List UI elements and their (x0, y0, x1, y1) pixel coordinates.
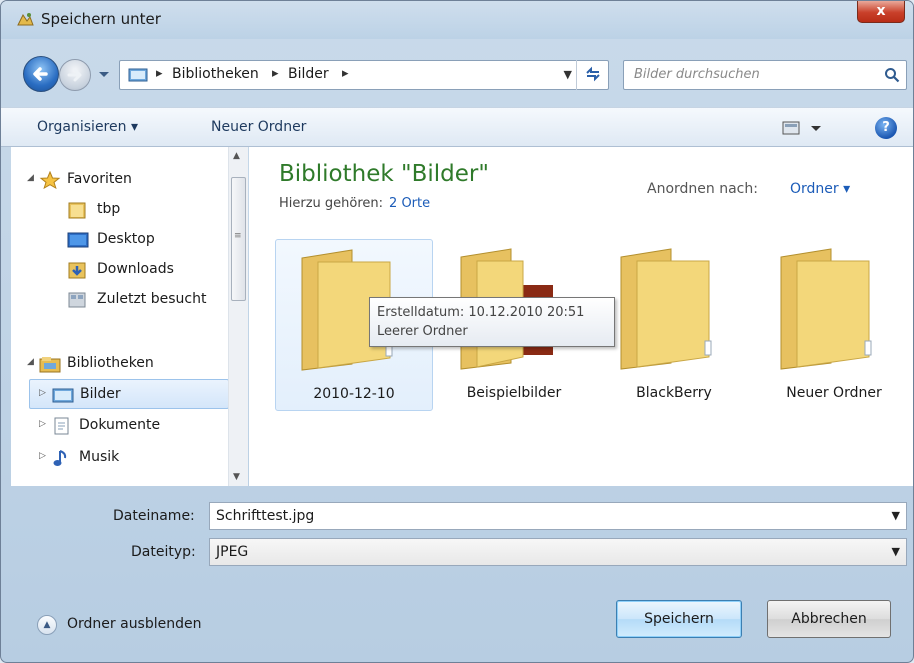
nav-item-downloads[interactable]: Downloads (11, 255, 229, 285)
close-button[interactable]: x (857, 1, 905, 23)
search-input[interactable]: Bilder durchsuchen (634, 67, 760, 82)
collapse-up-icon[interactable]: ▲ (37, 615, 57, 635)
new-folder-button[interactable]: Neuer Ordner (211, 119, 306, 135)
includes-label: Hierzu gehören: (279, 196, 384, 211)
filetype-dropdown-icon[interactable]: ▼ (892, 545, 900, 558)
nav-item-label: tbp (97, 201, 121, 217)
navigation-bar: ▸ Bibliotheken ▸ Bilder ▸ ▼ Bilder durch… (1, 39, 913, 107)
desktop-icon (67, 232, 89, 248)
nav-item-desktop[interactable]: Desktop (11, 225, 229, 255)
breadcrumb-separator-icon[interactable]: ▸ (156, 66, 163, 81)
back-arrow-icon (33, 67, 48, 81)
organize-button[interactable]: Organisieren ▾ (37, 119, 138, 135)
star-icon (39, 171, 61, 189)
scroll-up-icon[interactable]: ▲ (233, 151, 240, 161)
arrange-by-dropdown[interactable]: Ordner ▾ (790, 181, 850, 197)
app-icon (17, 13, 34, 26)
filetype-select[interactable]: JPEG ▼ (209, 538, 907, 566)
save-form: Dateiname: Schrifttest.jpg ▼ Dateityp: J… (1, 486, 913, 662)
search-icon[interactable] (884, 67, 900, 83)
forward-button[interactable] (59, 59, 91, 91)
expand-triangle-icon[interactable]: ▷ (39, 419, 46, 429)
tooltip-created-date: Erstelldatum: 10.12.2010 20:51 (377, 305, 585, 320)
locations-link[interactable]: 2 Orte (389, 196, 430, 211)
library-includes: Hierzu gehören: 2 Orte (279, 196, 430, 211)
library-pictures-icon (128, 68, 148, 82)
expand-triangle-icon[interactable]: ▷ (39, 451, 46, 461)
user-folder-icon (68, 202, 86, 219)
nav-libraries-label: Bibliotheken (67, 355, 154, 371)
downloads-icon (68, 262, 86, 279)
navigation-pane: ◢ Favoriten tbp Desktop Downloads Zuletz… (11, 147, 248, 486)
refresh-button[interactable] (576, 60, 609, 90)
refresh-icon (586, 66, 600, 82)
recent-places-icon (68, 292, 86, 308)
nav-libraries-header[interactable]: ◢ Bibliotheken (11, 349, 229, 379)
filename-dropdown-icon[interactable]: ▼ (892, 509, 900, 522)
breadcrumb-bibliotheken[interactable]: Bibliotheken (172, 66, 259, 82)
search-box[interactable]: Bilder durchsuchen (623, 60, 907, 90)
tooltip-folder-status: Leerer Ordner (377, 324, 468, 339)
cancel-button[interactable]: Abbrechen (767, 600, 891, 638)
back-button[interactable] (23, 56, 59, 92)
expand-triangle-icon[interactable]: ▷ (39, 388, 46, 398)
breadcrumb-separator-icon[interactable]: ▸ (342, 66, 349, 81)
breadcrumb-separator-icon[interactable]: ▸ (272, 66, 279, 81)
nav-item-label: Bilder (80, 386, 121, 402)
navigation-scrollbar[interactable]: ▲ ≡ ▼ (228, 147, 248, 486)
folder-name: 2010-12-10 (313, 386, 395, 402)
nav-favorites-label: Favoriten (67, 171, 132, 187)
collapse-triangle-icon[interactable]: ◢ (27, 357, 34, 367)
folder-item-blackberry[interactable]: BlackBerry (595, 239, 753, 411)
address-dropdown-icon[interactable]: ▼ (564, 68, 572, 81)
nav-item-label: Downloads (97, 261, 174, 277)
nav-item-label: Desktop (97, 231, 155, 247)
filename-value[interactable]: Schrifttest.jpg (216, 508, 314, 524)
music-library-icon (53, 450, 67, 466)
nav-item-musik[interactable]: ▷ Musik (11, 443, 229, 473)
arrange-by-label: Anordnen nach: (647, 181, 758, 197)
nav-item-dokumente[interactable]: ▷ Dokumente (11, 411, 229, 441)
command-bar: Organisieren ▾ Neuer Ordner ? (1, 107, 913, 147)
window-title: Speichern unter (41, 10, 161, 28)
nav-item-label: Musik (79, 449, 120, 465)
filename-field[interactable]: Schrifttest.jpg ▼ (209, 502, 907, 530)
address-bar[interactable]: ▸ Bibliotheken ▸ Bilder ▸ ▼ (119, 60, 609, 90)
filetype-label: Dateityp: (131, 544, 196, 560)
save-as-dialog: Speichern unter x ▸ Bibliotheken ▸ Bilde… (0, 0, 914, 663)
title-bar: Speichern unter x (1, 1, 913, 39)
folder-icon (780, 248, 872, 370)
pictures-library-icon (52, 388, 74, 403)
scroll-down-icon[interactable]: ▼ (233, 472, 240, 482)
library-title: Bibliothek "Bilder" (279, 161, 489, 187)
collapse-triangle-icon[interactable]: ◢ (27, 173, 34, 183)
view-options-icon[interactable] (780, 118, 824, 138)
filetype-value: JPEG (216, 544, 249, 560)
folder-tooltip: Erstelldatum: 10.12.2010 20:51 Leerer Or… (369, 297, 615, 347)
nav-item-recent-places[interactable]: Zuletzt besucht (11, 285, 229, 315)
filename-label: Dateiname: (113, 508, 195, 524)
help-button[interactable]: ? (875, 117, 897, 139)
libraries-icon (39, 357, 61, 373)
file-list-pane: Bibliothek "Bilder" Hierzu gehören: 2 Ort… (249, 147, 913, 486)
folder-item-neuer-ordner[interactable]: Neuer Ordner (755, 239, 913, 411)
folder-name: Neuer Ordner (786, 385, 882, 401)
nav-item-label: Dokumente (79, 417, 161, 433)
hide-folders-label: Ordner ausblenden (67, 616, 202, 632)
save-button[interactable]: Speichern (616, 600, 742, 638)
folder-name: Beispielbilder (466, 385, 562, 401)
nav-item-tbp[interactable]: tbp (11, 195, 229, 225)
folder-name: BlackBerry (636, 385, 712, 401)
scroll-grip-icon: ≡ (234, 231, 242, 241)
breadcrumb-bilder[interactable]: Bilder (288, 66, 329, 82)
nav-item-bilder[interactable]: ▷ Bilder (29, 379, 229, 409)
nav-favorites-header[interactable]: ◢ Favoriten (11, 165, 229, 195)
folder-icon (620, 248, 712, 370)
documents-library-icon (54, 417, 69, 435)
nav-item-label: Zuletzt besucht (97, 291, 207, 307)
recent-pages-dropdown-icon[interactable] (97, 67, 111, 81)
forward-arrow-icon (67, 68, 82, 82)
